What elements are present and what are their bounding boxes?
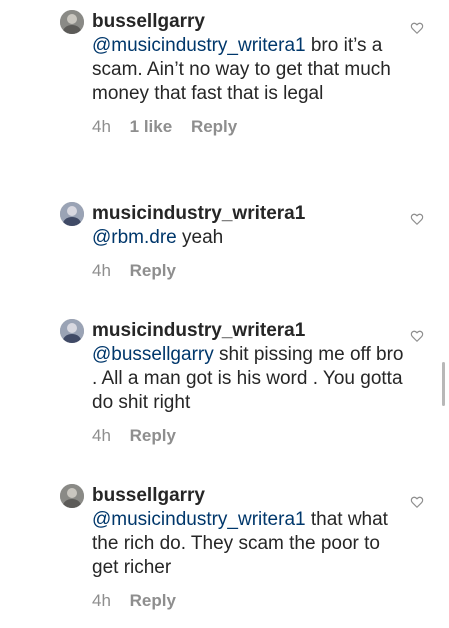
comment-body: bussellgarry @musicindustry_writera1 tha… (92, 484, 407, 611)
mention-link[interactable]: @rbm.dre (92, 227, 177, 248)
avatar[interactable] (60, 202, 84, 226)
heart-outline-icon[interactable] (410, 329, 424, 343)
scrollbar-thumb[interactable] (442, 362, 445, 406)
comment-message: yeah (176, 227, 224, 248)
comment-time: 4h (92, 591, 111, 610)
avatar[interactable] (60, 484, 84, 508)
comment-text: @musicindustry_writera1 that what the ri… (92, 508, 407, 580)
comment-meta: 4h Reply (92, 426, 407, 446)
avatar-image (60, 10, 84, 34)
heart-outline-icon[interactable] (410, 21, 424, 35)
mention-link[interactable]: @bussellgarry (92, 344, 214, 365)
comment-body: musicindustry_writera1 @rbm.dre yeah 4h … (92, 202, 407, 281)
comment-time: 4h (92, 117, 111, 136)
comment-meta: 4h 1 like Reply (92, 117, 407, 137)
comment-text: @musicindustry_writera1 bro it’s a scam.… (92, 34, 407, 106)
comment-meta: 4h Reply (92, 261, 407, 281)
avatar[interactable] (60, 319, 84, 343)
comment-username[interactable]: musicindustry_writera1 (92, 319, 407, 343)
mention-link[interactable]: @musicindustry_writera1 (92, 35, 306, 56)
mention-link[interactable]: @musicindustry_writera1 (92, 509, 306, 530)
comment-text: @rbm.dre yeah (92, 226, 407, 250)
comment-body: musicindustry_writera1 @bussellgarry shi… (92, 319, 407, 446)
comment-text: @bussellgarry shit pissing me off bro . … (92, 343, 407, 415)
avatar[interactable] (60, 10, 84, 34)
reply-button[interactable]: Reply (130, 426, 176, 445)
comment-body: bussellgarry @musicindustry_writera1 bro… (92, 10, 407, 137)
comment-time: 4h (92, 426, 111, 445)
reply-button[interactable]: Reply (191, 117, 237, 136)
comment-meta: 4h Reply (92, 591, 407, 611)
comment-username[interactable]: bussellgarry (92, 10, 407, 34)
reply-button[interactable]: Reply (130, 591, 176, 610)
avatar-image (60, 319, 84, 343)
heart-outline-icon[interactable] (410, 212, 424, 226)
heart-outline-icon[interactable] (410, 495, 424, 509)
avatar-image (60, 202, 84, 226)
comment-username[interactable]: bussellgarry (92, 484, 407, 508)
comment-username[interactable]: musicindustry_writera1 (92, 202, 407, 226)
reply-button[interactable]: Reply (130, 261, 176, 280)
likes-count[interactable]: 1 like (130, 117, 173, 136)
avatar-image (60, 484, 84, 508)
comment-time: 4h (92, 261, 111, 280)
